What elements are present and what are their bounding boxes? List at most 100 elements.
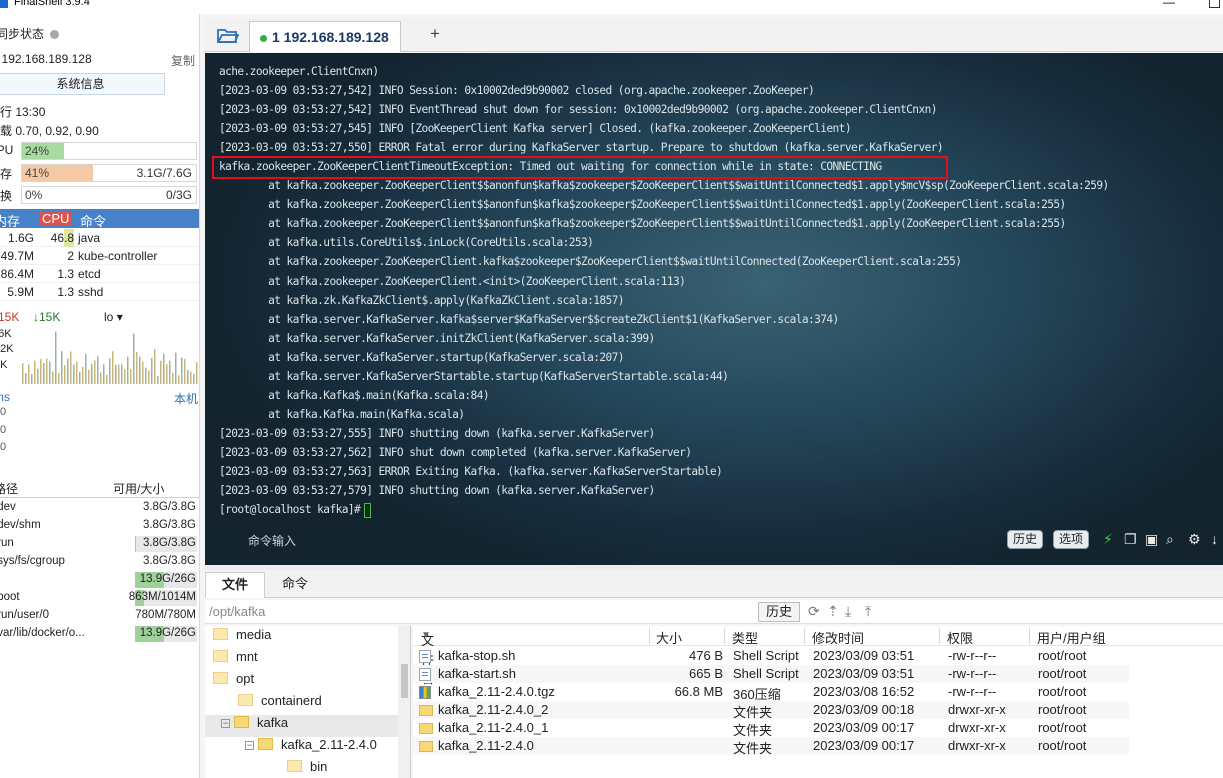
col-size-header[interactable]: 大小 [656, 628, 682, 647]
history-button[interactable]: 历史 [1007, 530, 1044, 549]
filesystem-row[interactable]: /dev/shm 3.8G/3.8G [0, 517, 199, 535]
interface-select[interactable]: lo ▾ [104, 310, 123, 324]
cpu-label: CPU [0, 143, 14, 157]
path-input[interactable]: /opt/kafka [209, 604, 265, 619]
graph-bar [121, 364, 123, 384]
terminal-line: [2023-03-09 03:53:27,542] INFO Session: … [219, 84, 815, 98]
connected-status-icon [260, 35, 267, 42]
tree-item[interactable]: mnt [213, 649, 258, 671]
process-cpu: 1.3 [57, 285, 74, 299]
options-button[interactable]: 选项 [1053, 530, 1090, 549]
folder-open-icon[interactable] [217, 27, 239, 44]
folder-icon [287, 760, 302, 772]
tree-item[interactable]: containerd [238, 693, 322, 715]
system-info-button[interactable]: 系统信息 [0, 73, 165, 95]
process-mem: 5.9M [7, 285, 34, 299]
session-tab[interactable]: 1 192.168.189.128 [249, 21, 401, 52]
tree-item[interactable]: media [213, 627, 271, 649]
filesystem-row[interactable]: /run/user/0 780M/780M [0, 607, 199, 625]
terminal-line: [2023-03-09 03:53:27,579] INFO shutting … [219, 484, 655, 498]
tree-item[interactable]: bin [287, 759, 327, 778]
folder-icon [419, 741, 433, 752]
process-row[interactable]: 86.4M 1.3 etcd [0, 265, 199, 283]
graph-bar [73, 364, 75, 384]
col-perm-header[interactable]: 权限 [947, 628, 973, 647]
tree-item[interactable]: opt [213, 671, 254, 693]
upload-icon[interactable]: ⤒ [865, 603, 871, 620]
tree-item-selected[interactable]: − kafka [205, 715, 398, 737]
proc-cmd-header[interactable]: 命令 [80, 211, 106, 230]
col-mtime-header[interactable]: 修改时间 [812, 628, 864, 647]
archive-icon [419, 686, 431, 699]
swap-meter: 交换 0% 0/3G [0, 186, 198, 204]
ping-value: 0 [0, 424, 7, 436]
process-row[interactable]: 5.9M 1.3 sshd [0, 283, 199, 301]
filesystem-row[interactable]: /boot 863M/1014M [0, 589, 199, 607]
file-size: 66.8 MB [674, 684, 723, 699]
file-row[interactable]: kafka-start.sh 665 B Shell Script 2023/03/0… [413, 665, 1129, 683]
file-size: 476 B [689, 648, 723, 663]
ping-host[interactable]: 本机 [174, 390, 198, 407]
tree-item[interactable]: − kafka_2.11-2.4.0 [245, 737, 377, 759]
process-row[interactable]: 1.6G 46.8 java [0, 229, 199, 247]
filesystem-row[interactable]: /var/lib/docker/o... 13.9G/26G [0, 625, 199, 643]
graph-bar [109, 358, 111, 384]
terminal-line: [2023-03-09 03:53:27,555] INFO shutting … [219, 426, 655, 440]
col-owner-header[interactable]: 用户/用户组 [1037, 628, 1106, 647]
filesystem-row[interactable]: /13.9G/26G [0, 571, 199, 589]
download-icon[interactable]: ⤓ [845, 603, 851, 620]
filesystem-row[interactable]: /run 3.8G/3.8G [0, 535, 199, 553]
directory-tree: media mnt opt containerd − kafka − kafka_2… [205, 626, 411, 778]
tree-scrollbar[interactable] [398, 626, 410, 778]
file-list-header: 文件名 ▼ 大小 类型 修改时间 权限 用户/用户组 [413, 626, 1223, 686]
up-directory-icon[interactable]: ⇡ [827, 603, 839, 620]
file-mtime: 2023/03/09 03:51 [813, 666, 915, 681]
process-cmd: kube-controller [78, 249, 158, 263]
terminal-cursor [364, 502, 372, 518]
graph-bar [28, 364, 30, 384]
file-mtime: 2023/03/08 16:52 [813, 684, 915, 699]
copy-ip-button[interactable]: 复制 [171, 52, 195, 69]
add-tab-button[interactable]: + [430, 24, 440, 44]
graph-bar [154, 349, 156, 384]
lightning-icon[interactable]: ⚡ [1103, 531, 1113, 548]
graph-bar [163, 353, 165, 384]
terminal-prompt-line[interactable]: [root@localhost kafka]# [219, 500, 1219, 519]
search-icon[interactable]: ⌕ [1166, 531, 1174, 548]
minimize-icon[interactable]: — [1163, 0, 1175, 9]
graph-bar [139, 356, 141, 384]
copy-icon[interactable]: ❐ [1124, 531, 1137, 548]
proc-cpu-header[interactable]: CPU [40, 211, 72, 226]
tree-scrollbar-thumb[interactable] [401, 664, 408, 698]
paste-icon[interactable]: ▣ [1145, 531, 1158, 548]
download-icon[interactable]: ↓ [1211, 531, 1218, 547]
terminal-output[interactable]: ache.zookeeper.ClientCnxn) [2023-03-09 03… [205, 53, 1223, 565]
file-row[interactable]: kafka_2.11-2.4.0.tgz 66.8 MB 360压缩 2023/03/… [413, 683, 1129, 702]
terminal-line: at kafka.server.KafkaServer.initZkClient… [219, 331, 655, 345]
graph-bar [46, 358, 48, 384]
filesystem-row[interactable]: /sys/fs/cgroup 3.8G/3.8G [0, 553, 199, 571]
process-mem: 49.7M [0, 249, 34, 263]
fs-avail-header: 可用/大小 [113, 482, 165, 496]
col-type-header[interactable]: 类型 [732, 628, 758, 647]
file-row[interactable]: kafka_2.11-2.4.0_2 文件夹 2023/03/09 00:18 drw… [413, 701, 1129, 720]
tab-files[interactable]: 文件 [205, 572, 265, 598]
maximize-icon[interactable] [1209, 0, 1220, 8]
refresh-icon[interactable]: ⟳ [808, 603, 820, 620]
collapse-icon[interactable]: − [221, 719, 230, 728]
gear-icon[interactable]: ⚙ [1188, 531, 1201, 548]
collapse-icon[interactable]: − [245, 741, 254, 750]
file-row[interactable]: kafka_2.11-2.4.0 文件夹 2023/03/09 00:17 drwxr… [413, 737, 1129, 756]
tab-commands[interactable]: 命令 [265, 572, 325, 598]
graph-bar [40, 358, 42, 384]
filesystem-table: 路径 可用/大小 /dev3.8G/3.8G/dev/shm3.8G/3.8G/… [0, 478, 199, 648]
file-row[interactable]: kafka-stop.sh 476 B Shell Script 2023/03/09… [413, 647, 1129, 665]
terminal-line: at kafka.zookeeper.ZooKeeperClient.kafka… [219, 255, 962, 269]
file-row[interactable]: kafka_2.11-2.4.0_1 文件夹 2023/03/09 00:17 drw… [413, 719, 1129, 738]
proc-mem-header[interactable]: 内存 [0, 211, 20, 230]
command-input[interactable]: 命令输入 [248, 532, 296, 549]
uptime: 运行 13:30 [0, 105, 46, 119]
path-history-button[interactable]: 历史 [758, 602, 800, 622]
filesystem-row[interactable]: /dev 3.8G/3.8G [0, 499, 199, 517]
process-row[interactable]: 49.7M 2 kube-controller [0, 247, 199, 265]
